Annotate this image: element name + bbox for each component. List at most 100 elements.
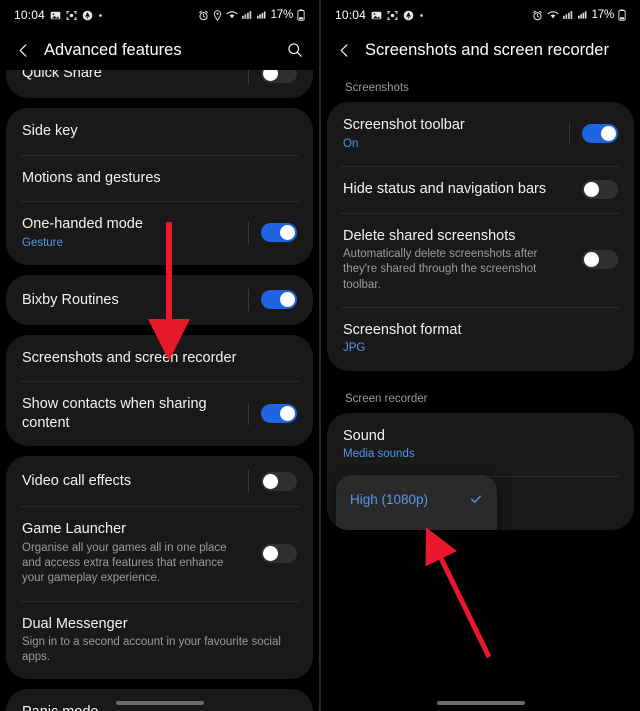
row-label: Delete shared screenshots [343, 227, 516, 244]
row-motions-and-gestures[interactable]: Motions and gestures [6, 154, 313, 202]
row-sublabel: JPG [343, 342, 366, 355]
chevron-left-icon[interactable] [10, 37, 36, 63]
toggle-game-launcher[interactable] [261, 543, 297, 563]
image-icon [371, 10, 382, 21]
toggle-hide-status-bars[interactable] [582, 179, 618, 199]
search-icon[interactable] [283, 38, 307, 62]
row-texts: Screenshot toolbar On [343, 116, 569, 152]
row-texts: Video call effects [22, 472, 248, 491]
row-divider [248, 470, 249, 493]
dot-icon [98, 13, 103, 18]
drive-icon [403, 10, 414, 21]
toggle-quick-share[interactable] [261, 70, 297, 83]
row-game-launcher[interactable]: Game Launcher Organise all your games al… [6, 506, 313, 600]
row-texts: Hide status and navigation bars [343, 180, 582, 199]
row-video-call-effects[interactable]: Video call effects [6, 456, 313, 506]
settings-list-right[interactable]: Screenshots Screenshot toolbar On Hide s… [321, 70, 640, 711]
row-label: Sound [343, 427, 385, 444]
toggle-knob [584, 181, 599, 197]
menu-item-medium[interactable]: Medium (720p) [336, 518, 497, 531]
row-quick-share[interactable]: Quick Share [6, 70, 313, 98]
row-sublabel: Organise all your games all in one place… [22, 542, 227, 585]
row-texts: Bixby Routines [22, 291, 248, 310]
status-bar-left-group: 10:04 [335, 8, 424, 22]
drive-icon [82, 10, 93, 21]
chevron-left-icon[interactable] [331, 37, 357, 63]
alarm-icon [532, 10, 543, 21]
settings-card-bixby: Bixby Routines [6, 274, 313, 325]
settings-list-left[interactable]: Quick Share Side key Motions and gesture… [0, 70, 319, 711]
signal-bars-icon [577, 10, 588, 20]
row-texts: Game Launcher Organise all your games al… [22, 520, 248, 586]
settings-card-screenshots-section: Screenshot toolbar On Hide status and na… [327, 102, 634, 371]
row-label: Quick Share [22, 70, 102, 81]
toggle-video-call-effects[interactable] [261, 471, 297, 491]
row-screenshot-format[interactable]: Screenshot format JPG [327, 306, 634, 371]
toggle-knob [263, 545, 278, 561]
screenshot-icon [387, 10, 398, 21]
toggle-knob [601, 126, 616, 142]
row-sound[interactable]: Sound Media sounds [327, 413, 634, 477]
row-divider [248, 402, 249, 425]
row-divider [248, 221, 249, 244]
row-sublabel: Gesture [22, 236, 63, 249]
row-hide-status-and-navigation-bars[interactable]: Hide status and navigation bars [327, 165, 634, 213]
row-show-contacts-when-sharing[interactable]: Show contacts when sharing content [6, 381, 313, 446]
row-label: Video call effects [22, 473, 132, 490]
app-bar-left: Advanced features [0, 30, 319, 70]
row-label: Bixby Routines [22, 291, 119, 308]
row-bixby-routines[interactable]: Bixby Routines [6, 275, 313, 325]
settings-card-quick-share: Quick Share [6, 70, 313, 98]
row-divider [248, 288, 249, 311]
row-label: Screenshot toolbar [343, 117, 465, 133]
status-bar-left: 10:04 17% [0, 0, 319, 30]
toggle-knob [584, 252, 599, 268]
wifi-icon [547, 10, 559, 20]
row-divider [569, 122, 570, 145]
location-icon [213, 9, 222, 21]
row-label: Dual Messenger [22, 615, 128, 632]
dual-screenshot-container: 10:04 17% Advanced features Quick Share … [0, 0, 640, 711]
home-indicator [436, 701, 525, 705]
signal-icon [241, 10, 253, 20]
row-dual-messenger[interactable]: Dual Messenger Sign in to a second accou… [6, 600, 313, 680]
battery-percent: 17% [591, 9, 615, 21]
status-time: 10:04 [14, 8, 46, 22]
right-phone-screen: 10:04 17% Screenshots and screen recorde… [320, 0, 640, 711]
alarm-icon [198, 10, 209, 21]
row-label: Side key [22, 123, 78, 139]
signal-icon [562, 10, 574, 20]
row-label: Hide status and navigation bars [343, 180, 547, 197]
toggle-screenshot-toolbar[interactable] [582, 124, 618, 144]
row-sublabel: On [343, 137, 359, 150]
row-screenshots-and-screen-recorder[interactable]: Screenshots and screen recorder [6, 335, 313, 382]
row-one-handed-mode[interactable]: One-handed mode Gesture [6, 201, 313, 265]
battery-percent: 17% [270, 9, 294, 21]
row-sublabel: Media sounds [343, 448, 415, 461]
app-bar-right: Screenshots and screen recorder [321, 30, 640, 70]
battery-icon [618, 9, 626, 21]
video-quality-menu[interactable]: High (1080p) Medium (720p) Low (480p) [336, 474, 497, 531]
signal-bars-icon [256, 10, 267, 20]
toggle-bixby-routines[interactable] [261, 290, 297, 310]
row-side-key[interactable]: Side key [6, 108, 313, 155]
row-texts: Motions and gestures [22, 169, 297, 188]
status-bar-left-group: 10:04 [14, 8, 103, 22]
toggle-delete-shared-screenshots[interactable] [582, 250, 618, 270]
dot-icon [419, 13, 424, 18]
row-screenshot-toolbar[interactable]: Screenshot toolbar On [327, 102, 634, 166]
row-texts: Dual Messenger Sign in to a second accou… [22, 615, 297, 666]
row-texts: Side key [22, 122, 297, 141]
toggle-knob [280, 225, 295, 241]
toggle-knob [263, 70, 278, 81]
row-label: Screenshot format [343, 321, 462, 338]
wifi-icon [226, 10, 238, 20]
left-phone-screen: 10:04 17% Advanced features Quick Share … [0, 0, 320, 711]
toggle-one-handed-mode[interactable] [261, 223, 297, 243]
row-label: Screenshots and screen recorder [22, 349, 237, 366]
row-delete-shared-screenshots[interactable]: Delete shared screenshots Automatically … [327, 212, 634, 307]
settings-card-apps: Video call effects Game Launcher Organis… [6, 456, 313, 680]
menu-item-high[interactable]: High (1080p) [336, 481, 497, 518]
toggle-show-contacts[interactable] [261, 404, 297, 424]
status-time: 10:04 [335, 8, 367, 22]
